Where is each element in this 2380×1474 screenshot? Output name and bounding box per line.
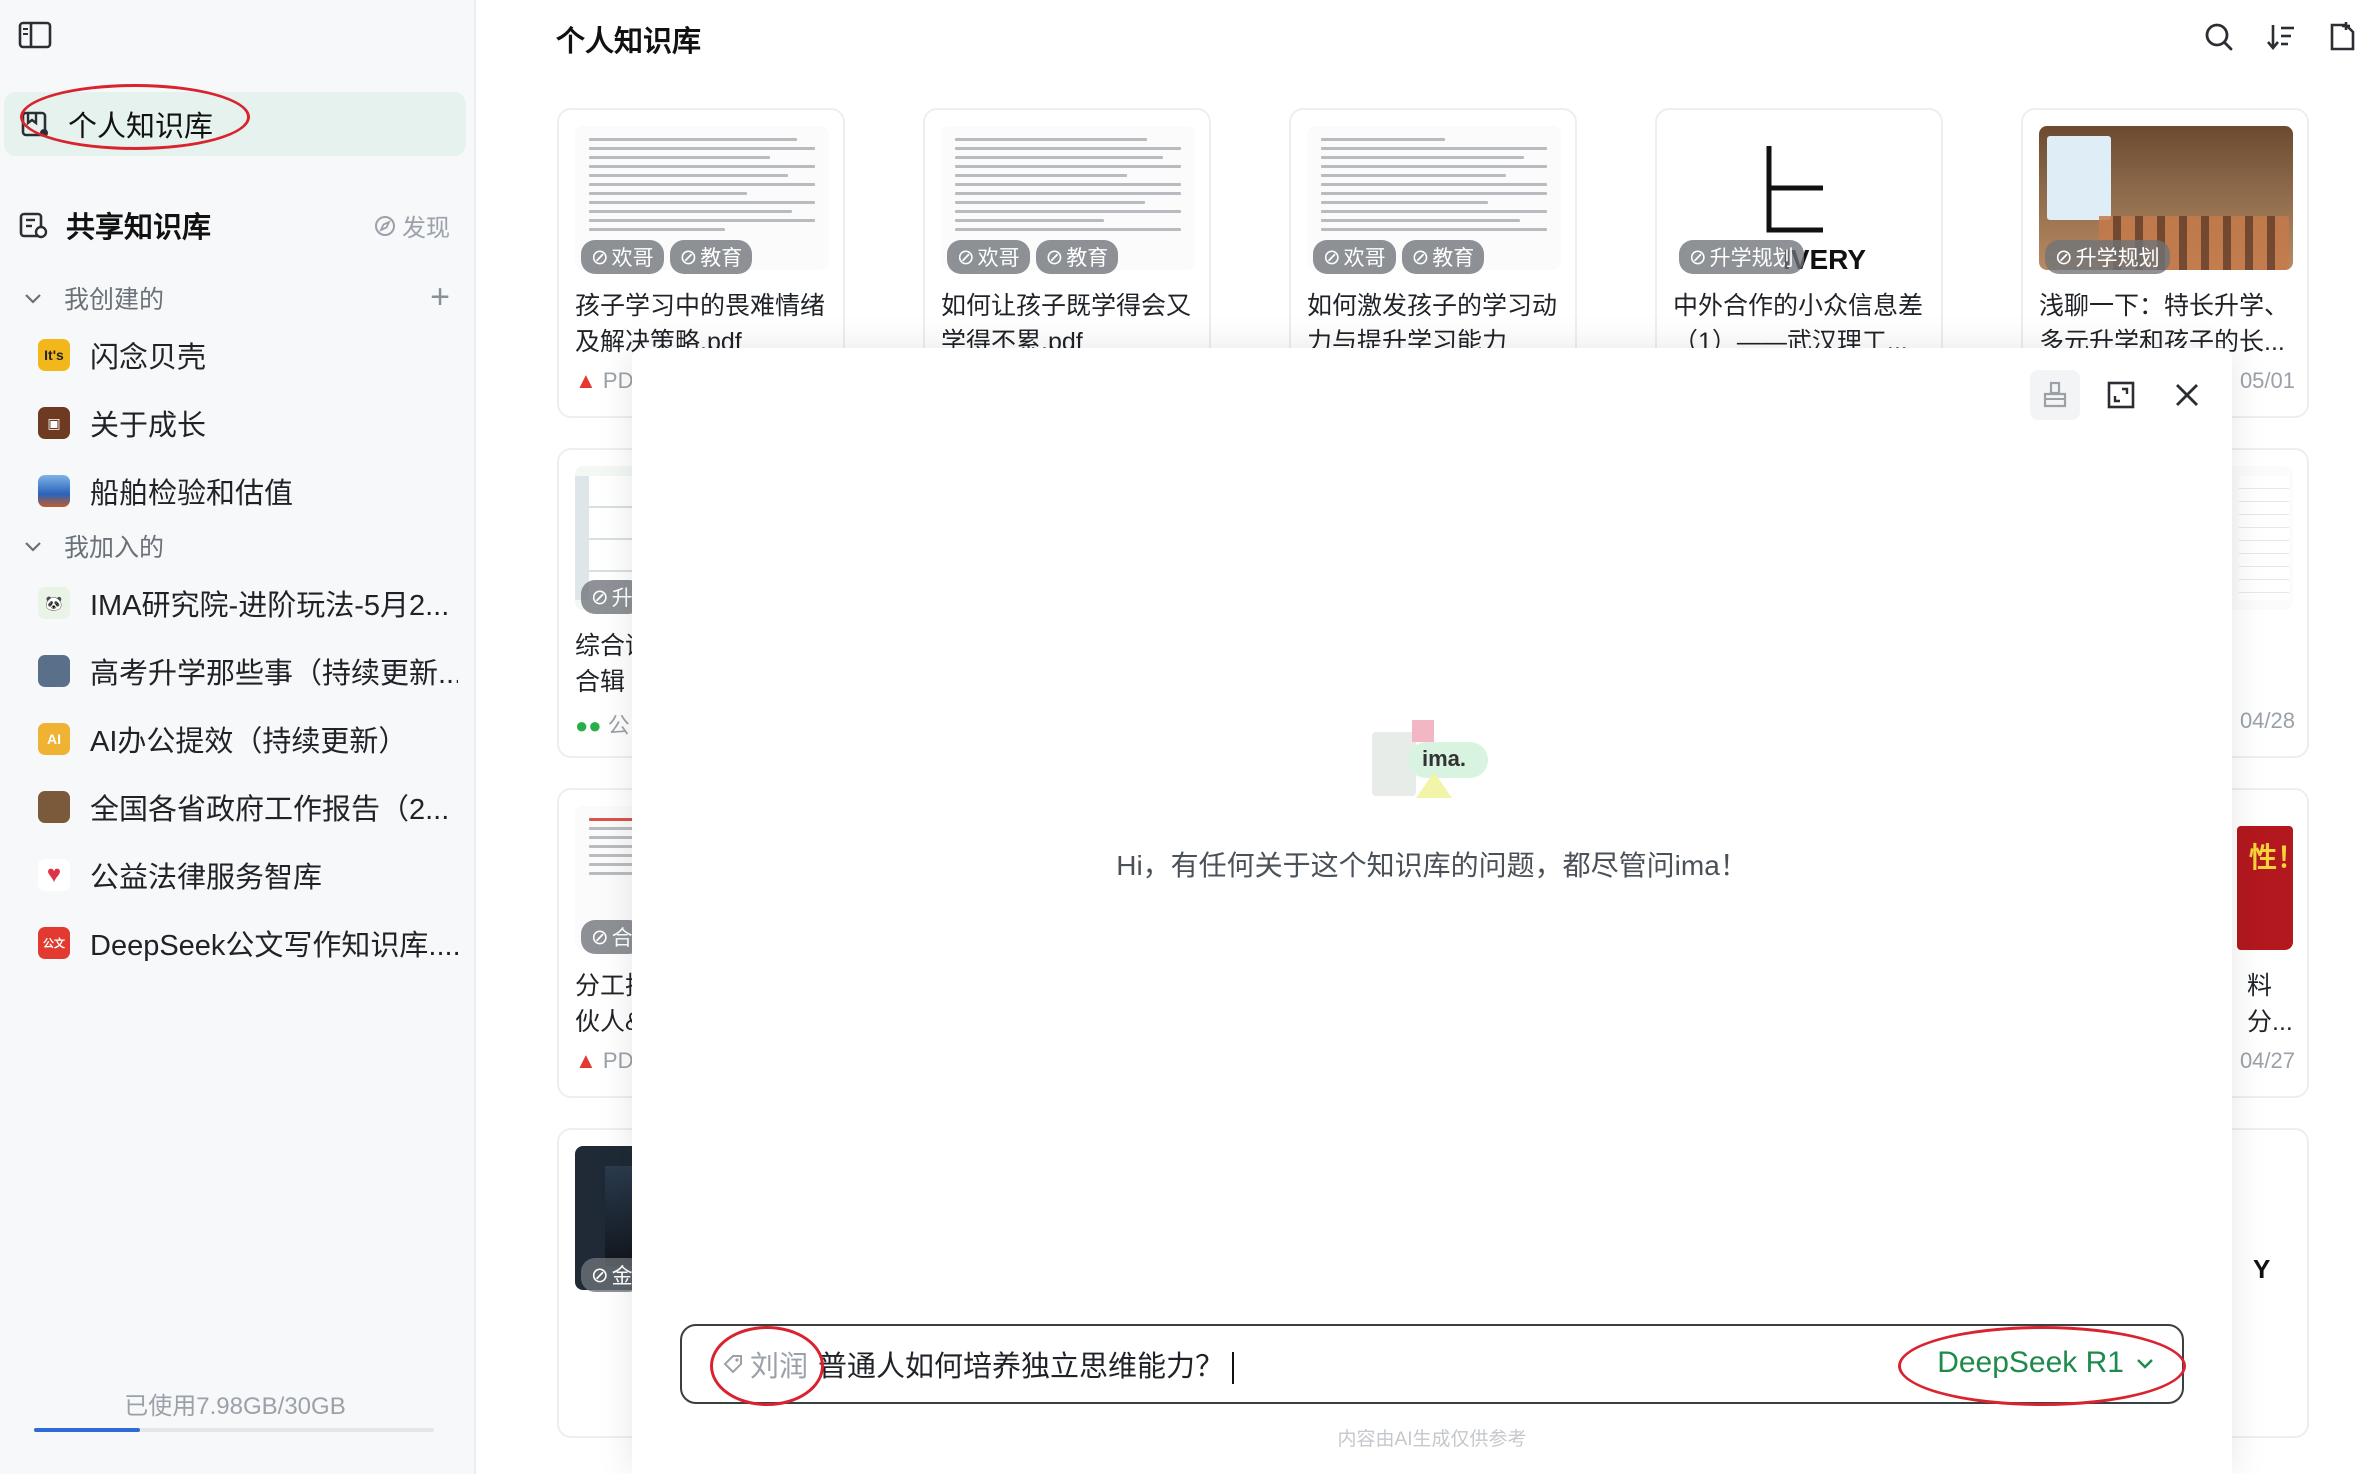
sidebar-toggle-icon[interactable] <box>18 20 52 50</box>
chat-input[interactable]: 刘润 普通人如何培养独立思维能力？ DeepSeek R1 <box>680 1324 2184 1404</box>
tag[interactable]: ⊘ 升学规划 <box>2045 240 2170 274</box>
tag[interactable]: ⊘ 教育 <box>1035 240 1119 274</box>
storage-usage: 已使用7.98GB/30GB <box>124 1393 346 1420</box>
shared-kb-icon <box>19 212 48 239</box>
search-icon[interactable] <box>2194 14 2244 60</box>
ima-logo: ima. <box>1372 720 1490 800</box>
tag[interactable]: ⊘ 欢哥 <box>947 240 1030 274</box>
storage-progress <box>34 1428 434 1432</box>
sidebar-item-kb[interactable]: 🐼 IMA研究院-进阶玩法-5月2... <box>38 578 458 628</box>
sidebar-item-kb[interactable]: ♥ 公益法律服务智库 <box>38 850 458 900</box>
sidebar-item-personal-kb[interactable]: 个人知识库 <box>4 92 466 156</box>
tag[interactable]: ⊘ 教育 <box>669 240 753 274</box>
add-icon[interactable]: + <box>430 280 450 314</box>
expand-icon[interactable] <box>2096 370 2146 420</box>
tag-icon <box>723 1355 742 1374</box>
storage-progress-fill <box>34 1428 141 1432</box>
kb-avatar <box>38 475 70 507</box>
chat-toolbar <box>2030 370 2212 420</box>
sidebar: 个人知识库 共享知识库 发现 我创建的 + It's 闪念贝壳 ▣ 关于成长 船… <box>0 0 476 1474</box>
group-label: 我加入的 <box>64 534 165 562</box>
pdf-icon: ▲ PD <box>575 1048 634 1073</box>
card-date: 05/01 <box>2239 368 2295 393</box>
tag[interactable]: ⊘ 欢哥 <box>1313 240 1396 274</box>
kb-avatar: ▣ <box>38 407 70 439</box>
clean-icon[interactable] <box>2030 370 2080 420</box>
sidebar-item-kb[interactable]: 高考升学那些事（持续更新... <box>38 646 458 696</box>
card-date: 04/28 <box>2239 708 2295 733</box>
sidebar-item-kb[interactable]: 船舶检验和估值 <box>38 466 458 516</box>
chat-input-text[interactable]: 普通人如何培养独立思维能力？ <box>818 1343 1235 1385</box>
chevron-down-icon <box>25 294 41 304</box>
card-date: 04/27 <box>2239 1048 2295 1073</box>
context-chip[interactable]: 刘润 <box>722 1343 808 1385</box>
sort-icon[interactable] <box>2256 14 2306 60</box>
ai-chat-panel: ima. Hi，有任何关于这个知识库的问题，都尽管问ima！ 刘润 普通人如何培… <box>632 348 2232 1474</box>
sidebar-item-shared-kb[interactable]: 共享知识库 发现 <box>0 200 476 250</box>
group-joined[interactable]: 我加入的 <box>22 526 462 566</box>
sidebar-item-label: 个人知识库 <box>68 111 214 143</box>
sidebar-item-kb[interactable]: AI AI办公提效（持续更新） <box>38 714 458 764</box>
group-label: 我创建的 <box>64 286 165 314</box>
tag[interactable]: ⊘ 升学规划 <box>1679 240 1804 274</box>
add-file-icon[interactable] <box>2318 14 2368 60</box>
kb-avatar <box>38 655 70 687</box>
chevron-down-icon <box>2137 1359 2153 1369</box>
close-icon[interactable] <box>2162 370 2212 420</box>
sidebar-item-kb[interactable]: ▣ 关于成长 <box>38 398 458 448</box>
kb-avatar <box>38 791 70 823</box>
kb-avatar: AI <box>38 723 70 755</box>
chat-greeting: Hi，有任何关于这个知识库的问题，都尽管问ima！ <box>1116 850 1748 881</box>
kb-avatar: 公文 <box>38 927 70 959</box>
page-title: 个人知识库 <box>556 26 702 58</box>
group-created[interactable]: 我创建的 + <box>22 278 462 318</box>
knowledge-base-icon <box>21 111 48 137</box>
wechat-icon: ●● 公 <box>575 713 630 738</box>
compass-icon <box>375 215 395 236</box>
sidebar-item-kb[interactable]: It's 闪念贝壳 <box>38 330 458 380</box>
tag[interactable]: ⊘ 教育 <box>1401 240 1485 274</box>
discover-link[interactable]: 发现 <box>374 208 450 243</box>
sidebar-item-kb[interactable]: 全国各省政府工作报告（2... <box>38 782 458 832</box>
kb-avatar: It's <box>38 339 70 371</box>
ai-disclaimer: 内容由AI生成仅供参考 <box>1337 1429 1527 1450</box>
kb-avatar: 🐼 <box>38 587 70 619</box>
kb-avatar: ♥ <box>38 859 70 891</box>
pdf-icon: ▲ PD <box>575 368 634 393</box>
model-selector[interactable]: DeepSeek R1 <box>1937 1346 2156 1380</box>
tag[interactable]: ⊘ 欢哥 <box>581 240 664 274</box>
chevron-down-icon <box>25 542 41 552</box>
sidebar-item-label: 共享知识库 <box>66 212 212 244</box>
sidebar-item-kb[interactable]: 公文 DeepSeek公文写作知识库.... <box>38 918 458 968</box>
